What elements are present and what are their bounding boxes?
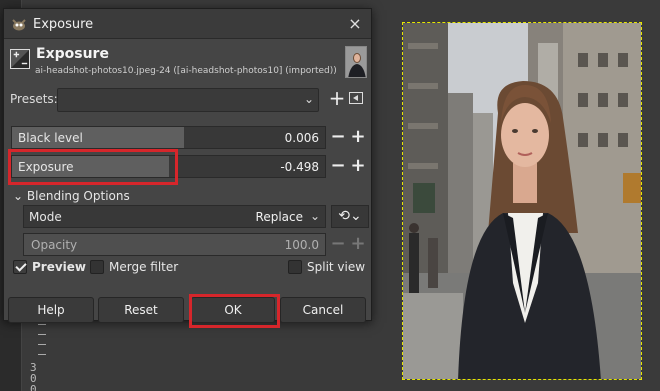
opacity-slider[interactable]: Opacity 100.0 — [23, 233, 326, 256]
add-preset-button[interactable]: + — [327, 86, 347, 110]
layer-thumbnail — [345, 46, 367, 78]
ruler-number: 0 — [30, 383, 37, 391]
ruler-tick — [38, 324, 46, 325]
dialog-titlebar[interactable]: Exposure × — [4, 9, 371, 39]
mode-label: Mode — [29, 210, 62, 224]
chevron-down-icon: ⌄ — [13, 189, 24, 203]
ruler-tick — [38, 344, 46, 345]
dialog-title: Exposure — [33, 17, 94, 32]
presets-label: Presets: — [10, 92, 58, 106]
operation-subtitle: ai-headshot-photos10.jpeg-24 ([ai-headsh… — [35, 66, 337, 76]
headshot-photo — [403, 23, 641, 379]
black-level-value[interactable]: 0.006 — [285, 131, 319, 145]
composite-mode-button[interactable]: ⟲⌄ — [331, 205, 369, 228]
chevron-down-icon: ⌄ — [303, 92, 314, 106]
exposure-increment-button[interactable]: + — [349, 156, 367, 177]
close-icon[interactable]: × — [344, 13, 366, 35]
blending-options-toggle[interactable]: ⌄ Blending Options — [13, 189, 130, 203]
black-level-decrement-button[interactable]: − — [329, 127, 347, 148]
reset-button[interactable]: Reset — [98, 297, 184, 323]
image-layer[interactable] — [402, 22, 642, 380]
split-view-label: Split view — [307, 260, 366, 274]
exposure-decrement-button[interactable]: − — [329, 156, 347, 177]
help-button[interactable]: Help — [8, 297, 94, 323]
exposure-op-icon — [10, 49, 30, 69]
cancel-button[interactable]: Cancel — [280, 297, 366, 323]
opacity-increment-button[interactable]: + — [349, 234, 367, 255]
black-level-label: Black level — [18, 131, 83, 145]
opacity-value[interactable]: 100.0 — [285, 238, 319, 252]
mode-value: Replace — [255, 210, 303, 224]
merge-filter-checkbox[interactable] — [90, 260, 104, 274]
preview-checkbox[interactable] — [13, 260, 27, 274]
blending-options-label: Blending Options — [26, 189, 130, 203]
presets-menu-icon[interactable] — [349, 92, 363, 104]
thumbnail-image — [346, 47, 366, 77]
opacity-decrement-button[interactable]: − — [329, 234, 347, 255]
opacity-label: Opacity — [31, 238, 78, 252]
blend-mode-dropdown[interactable]: Mode Replace ⌄ — [23, 205, 326, 228]
operation-title: Exposure — [36, 46, 109, 62]
merge-filter-label: Merge filter — [109, 260, 179, 274]
chevron-down-icon: ⌄ — [309, 209, 320, 223]
preview-label: Preview — [32, 260, 87, 274]
black-level-increment-button[interactable]: + — [349, 127, 367, 148]
vertical-ruler: 3 0 0 — [26, 320, 48, 391]
presets-dropdown[interactable]: ⌄ — [57, 88, 319, 112]
split-view-checkbox[interactable] — [288, 260, 302, 274]
ruler-tick — [38, 334, 46, 335]
black-level-slider[interactable]: Black level 0.006 — [11, 126, 326, 149]
gimp-icon — [12, 19, 26, 31]
ok-highlight-annotation — [189, 294, 280, 328]
exposure-highlight-annotation — [8, 149, 178, 185]
exposure-dialog: Exposure × Exposure ai-headshot-photos10… — [3, 8, 372, 328]
ruler-tick — [38, 354, 46, 355]
exposure-value[interactable]: -0.498 — [280, 160, 319, 174]
